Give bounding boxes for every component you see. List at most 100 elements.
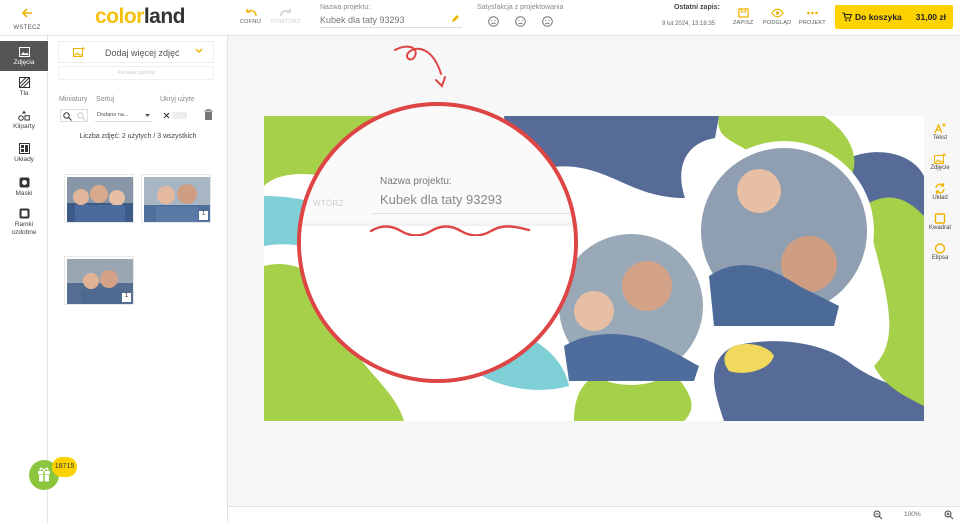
loyalty-points: 18715 [52,457,77,477]
refresh-icon [935,183,945,194]
cart-price: 31,00 zł [915,12,946,22]
project-label: PROJEKT [799,20,826,26]
photo-thumbnail[interactable]: 1 [141,174,211,223]
hide-used-toggle[interactable] [161,109,189,122]
magnifier-ghost-text: WTÓRZ [313,199,344,208]
project-name-value: Kubek dla taty 93293 [320,15,405,25]
zoom-in-icon[interactable] [63,112,72,121]
add-photos-label: Dodaj więcej zdjęć [105,48,180,58]
rail-label-backgrounds: Tła [19,90,29,97]
pencil-icon[interactable] [451,14,460,23]
bottom-bar: 100% [228,506,960,523]
top-bar: WSTECZ colorland COFNIJ POWTÓRZ Nazwa pr… [0,0,960,36]
redo-button[interactable]: POWTÓRZ [271,8,301,25]
mask-icon [19,177,29,188]
close-icon [163,112,170,119]
gift-icon [38,467,50,482]
last-save-time: 9 lut 2024, 13:18:35 [662,21,716,27]
satisfaction-label: Satysfakcja z projektowania [477,4,564,11]
tool-rail: Zdjęcia Tła Kliparty Układy Maski Ramki … [0,36,48,523]
sad-face-icon[interactable] [488,16,499,27]
save-icon [738,8,749,18]
layout-grid-icon [18,143,30,154]
zoom-in-icon[interactable] [944,510,954,520]
rail-label-layouts: Układy [14,156,34,163]
tool-square[interactable]: Kwadrat [925,213,955,231]
back-label: WSTECZ [13,25,41,31]
photo-thumbnail[interactable]: 1 [64,256,134,305]
magnifier-panel [301,226,574,379]
colorland-logo[interactable]: colorland [95,5,186,29]
back-button[interactable]: WSTECZ [12,6,42,31]
cart-icon [842,12,852,22]
rail-item-photos[interactable]: Zdjęcia [0,41,48,71]
add-photos-dropdown[interactable]: Dodaj więcej zdjęć [58,41,214,63]
shapes-icon [18,110,30,121]
magnifier-underline [371,213,571,214]
photo-family-hug [67,177,133,222]
last-save-label: Ostatni zapis: [674,4,720,11]
tool-layout-label: Układ [932,195,948,201]
save-label: ZAPISZ [733,20,754,26]
circle-icon [934,243,946,254]
thumbnails-label: Miniatury [59,96,88,103]
save-button[interactable]: ZAPISZ [733,8,753,26]
cart-label: Do koszyka [855,12,902,22]
sort-select[interactable]: Dodane na... [95,109,152,122]
image-icon [18,47,30,57]
arrow-left-icon [21,8,32,18]
tool-text-label: Tekst [932,135,947,141]
workspace: WTÓRZ Nazwa projektu: Kubek dla taty 932… [228,36,960,506]
rail-item-masks[interactable]: Maski [0,177,48,197]
project-name-field[interactable]: Kubek dla taty 93293 [320,13,462,28]
image-add-icon [934,153,946,164]
neutral-face-icon[interactable] [515,16,526,27]
rail-label-photos: Zdjęcia [13,59,35,66]
tool-photo-label: Zdjęcie [930,165,950,171]
zoom-out-icon[interactable] [873,510,883,520]
add-to-cart-button[interactable]: Do koszyka 31,00 zł [835,5,953,29]
more-dots-icon [807,11,818,15]
rail-label-frames: Ramki ozdobne [11,221,37,236]
rail-label-cliparts: Kliparty [13,123,35,130]
redo-icon [280,9,291,17]
magnifier-value: Kubek dla taty 93293 [380,192,503,207]
usage-badge: 1 [122,293,131,302]
thumbnail-size-control [60,109,88,122]
gallery-button[interactable]: Kanwas galeria [58,66,214,80]
square-icon [934,213,946,224]
redo-label: POWTÓRZ [271,19,301,25]
rail-item-layouts[interactable]: Układy [0,143,48,163]
undo-button[interactable]: COFNIJ [240,8,261,25]
toggle-track [172,112,187,119]
rail-item-cliparts[interactable]: Kliparty [0,110,48,130]
hide-used-label: Ukryj użyte [160,96,195,103]
trash-icon[interactable] [204,109,213,120]
preview-label: PODGLĄD [763,20,792,26]
caret-down-icon [145,114,150,117]
sort-value: Dodane na... [97,112,129,118]
preview-button[interactable]: PODGLĄD [763,8,791,26]
tool-ellipse[interactable]: Elipsa [925,243,955,261]
tool-ellipse-label: Elipsa [931,255,949,261]
project-menu-button[interactable]: PROJEKT [799,8,826,26]
photos-panel: Dodaj więcej zdjęć Kanwas galeria Miniat… [48,36,228,523]
rail-item-frames[interactable]: Ramki ozdobne [0,208,48,237]
tool-layout[interactable]: Układ [925,183,955,201]
curved-arrow-icon [394,45,446,88]
eye-icon [770,8,784,18]
zoom-out-icon[interactable] [77,112,86,121]
magnifier-label: Nazwa projektu: [380,176,452,187]
happy-face-icon[interactable] [542,16,553,27]
tool-photo[interactable]: Zdjęcie [925,153,955,171]
satisfaction-faces [488,16,553,27]
rail-item-backgrounds[interactable]: Tła [0,77,48,97]
tool-square-label: Kwadrat [928,225,951,231]
tool-text[interactable]: Tekst [925,123,955,141]
photo-count-label: Liczba zdjęć: 2 użytych / 3 wszystkich [79,133,197,140]
magnifier-callout: WTÓRZ Nazwa projektu: Kubek dla taty 932… [297,102,578,383]
photo-thumbnail[interactable] [64,174,134,223]
wavy-underline-icon [369,225,531,236]
undo-label: COFNIJ [240,19,262,25]
rail-label-masks: Maski [15,190,33,197]
